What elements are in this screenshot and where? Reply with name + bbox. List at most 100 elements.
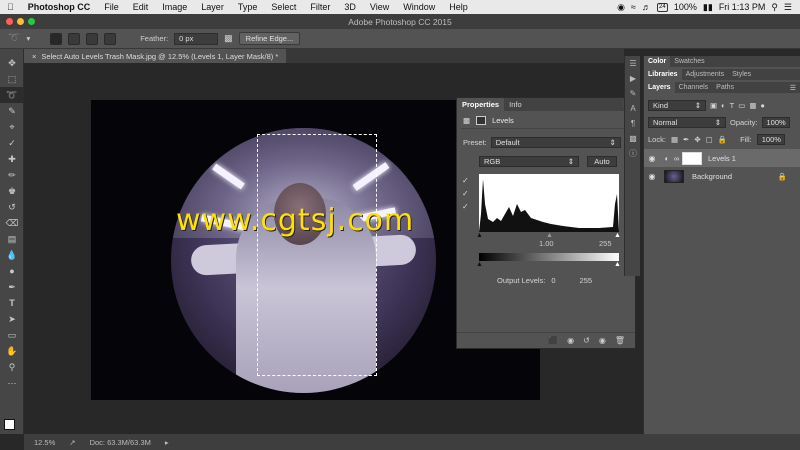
clip-to-layer-icon[interactable]: ⬛ [548, 336, 558, 345]
lasso-tool-preset-icon[interactable]: ➰ [8, 33, 20, 44]
output-black-slider[interactable]: ▲ [476, 261, 483, 268]
menu-3d[interactable]: 3D [337, 2, 363, 12]
visibility-eye-icon[interactable]: ◉ [644, 172, 660, 181]
layer-mask-thumbnail[interactable] [682, 151, 702, 165]
filter-type-icon[interactable]: T [730, 101, 735, 110]
search-icon[interactable]: ⚲ [771, 2, 778, 13]
tab-color[interactable]: Color [644, 56, 671, 67]
tab-info[interactable]: Info [504, 98, 527, 111]
lasso-tool-icon[interactable]: ➰ [0, 87, 24, 103]
white-point-eyedropper-icon[interactable]: ✓ [462, 202, 469, 211]
lock-position-icon[interactable]: ✥ [694, 135, 700, 144]
menu-help[interactable]: Help [442, 2, 475, 12]
dodge-tool-icon[interactable]: ● [0, 263, 24, 279]
document-tab[interactable]: × Select Auto Levels Trash Mask.jpg @ 12… [24, 49, 287, 63]
wifi-icon[interactable]: ≈ [631, 2, 636, 12]
anti-alias-icon[interactable]: ▩ [224, 33, 233, 44]
refine-edge-button[interactable]: Refine Edge... [238, 32, 301, 45]
visibility-eye-icon[interactable]: ◉ [644, 154, 660, 163]
calendar-icon[interactable]: 24 [656, 2, 668, 12]
chain-link-icon[interactable]: ∞ [674, 154, 682, 163]
close-window-button[interactable] [6, 18, 13, 25]
layer-row[interactable]: ◉ ◐ ∞ Levels 1 [644, 149, 800, 167]
tab-libraries[interactable]: Libraries [644, 69, 682, 80]
reset-icon[interactable]: ↺ [583, 336, 590, 345]
view-previous-state-icon[interactable]: ◉ [567, 336, 574, 345]
tab-paths[interactable]: Paths [712, 82, 738, 93]
app-menu[interactable]: Photoshop CC [21, 2, 98, 12]
minimize-window-button[interactable] [17, 18, 24, 25]
filter-toggle-icon[interactable]: ● [760, 101, 765, 110]
blend-mode-dropdown[interactable]: Normal ⇕ [648, 117, 726, 128]
menu-layer[interactable]: Layer [194, 2, 231, 12]
path-selection-tool-icon[interactable]: ➤ [0, 311, 24, 327]
zoom-tool-icon[interactable]: ⚲ [0, 359, 24, 375]
lock-all-icon[interactable]: 🔒 [718, 135, 727, 144]
tab-styles[interactable]: Styles [728, 69, 755, 80]
tab-swatches[interactable]: Swatches [670, 56, 708, 67]
filter-smart-object-icon[interactable]: ▦ [749, 101, 756, 110]
eyedropper-tool-icon[interactable]: ✓ [0, 135, 24, 151]
status-menu-icon[interactable]: ▸ [165, 438, 169, 447]
layer-name[interactable]: Levels 1 [708, 154, 736, 163]
intersect-selection-button[interactable] [104, 32, 117, 45]
info-panel-icon[interactable]: ⓘ [625, 146, 641, 161]
move-tool-icon[interactable]: ✥ [0, 55, 24, 71]
fill-input[interactable]: 100% [756, 134, 785, 145]
filter-pixel-icon[interactable]: ▣ [710, 101, 717, 110]
filter-adjustment-icon[interactable]: ◐ [721, 101, 726, 110]
input-high-value[interactable]: 255 [599, 239, 612, 248]
marquee-selection[interactable] [257, 134, 377, 376]
history-panel-icon[interactable]: ☰ [625, 56, 641, 71]
apple-menu-icon[interactable]:  [0, 2, 21, 12]
clock[interactable]: Fri 1:13 PM [719, 2, 766, 12]
lock-image-icon[interactable]: ✒ [683, 135, 689, 144]
layer-row[interactable]: ◉ Background 🔒 [644, 167, 800, 185]
input-mid-value[interactable]: 1.00 [539, 239, 554, 248]
pen-tool-icon[interactable]: ✒ [0, 279, 24, 295]
menu-select[interactable]: Select [264, 2, 303, 12]
add-to-selection-button[interactable] [68, 32, 81, 45]
menu-image[interactable]: Image [155, 2, 194, 12]
lock-artboard-icon[interactable]: ▢ [706, 135, 713, 144]
actions-panel-icon[interactable]: ▶ [625, 71, 641, 86]
delete-trash-icon[interactable]: 🗑 [615, 336, 625, 345]
feather-input[interactable]: 0 px [174, 32, 219, 45]
blur-tool-icon[interactable]: 💧 [0, 247, 24, 263]
chevron-down-icon[interactable]: ▾ [26, 34, 30, 43]
tab-adjustments[interactable]: Adjustments [682, 69, 729, 80]
marquee-tool-icon[interactable]: ⬚ [0, 71, 24, 87]
clone-stamp-tool-icon[interactable]: ♚ [0, 183, 24, 199]
layer-name[interactable]: Background [692, 172, 732, 181]
tab-channels[interactable]: Channels [675, 82, 713, 93]
history-brush-tool-icon[interactable]: ↺ [0, 199, 24, 215]
zoom-level[interactable]: 12.5% [34, 438, 55, 447]
opacity-input[interactable]: 100% [761, 117, 790, 128]
character-panel-icon[interactable]: A [625, 101, 641, 116]
channel-dropdown[interactable]: RGB ⇕ [479, 156, 579, 167]
type-tool-icon[interactable]: T [0, 295, 24, 311]
rectangle-tool-icon[interactable]: ▭ [0, 327, 24, 343]
menu-filter[interactable]: Filter [303, 2, 337, 12]
output-white-slider[interactable]: ▲ [614, 261, 621, 268]
gray-point-eyedropper-icon[interactable]: ✓ [462, 189, 469, 198]
output-low-value[interactable]: 0 [551, 276, 555, 285]
menu-window[interactable]: Window [396, 2, 442, 12]
output-high-value[interactable]: 255 [580, 276, 593, 285]
menu-type[interactable]: Type [231, 2, 265, 12]
list-icon[interactable]: ☰ [784, 2, 792, 13]
healing-brush-tool-icon[interactable]: ✚ [0, 151, 24, 167]
edit-toolbar-icon[interactable]: ⋯ [0, 375, 24, 391]
black-point-eyedropper-icon[interactable]: ✓ [462, 176, 469, 185]
preset-dropdown[interactable]: Default ⇕ [490, 137, 621, 148]
lock-transparent-icon[interactable]: ▦ [671, 135, 678, 144]
menu-edit[interactable]: Edit [126, 2, 156, 12]
gradient-tool-icon[interactable]: ▤ [0, 231, 24, 247]
visibility-eye-icon[interactable]: ◉ [599, 336, 606, 345]
layer-filter-dropdown[interactable]: Kind ⇕ [648, 100, 706, 111]
volume-icon[interactable]: ♬ [642, 2, 651, 12]
menu-view[interactable]: View [363, 2, 396, 12]
layer-thumbnail[interactable] [664, 169, 684, 183]
properties-panel-icon[interactable]: ▩ [625, 131, 641, 146]
brush-tool-icon[interactable]: ✏ [0, 167, 24, 183]
